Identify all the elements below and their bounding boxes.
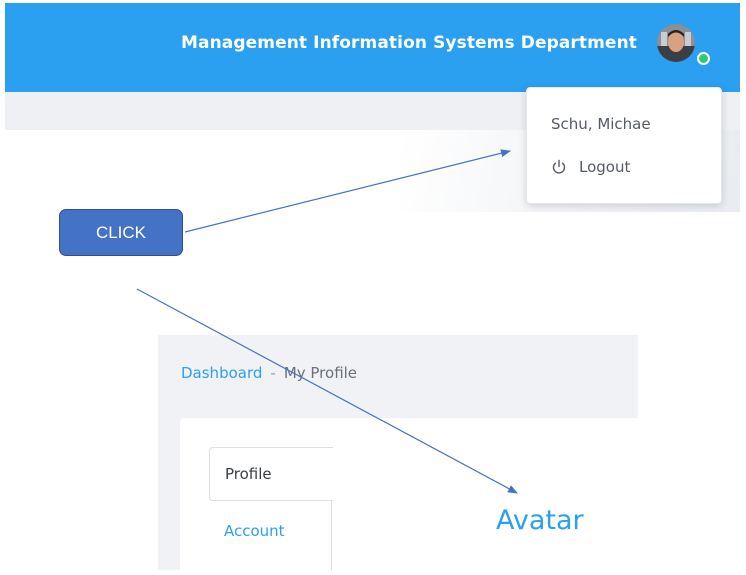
user-avatar[interactable] — [657, 24, 695, 62]
tab-profile[interactable]: Profile — [209, 447, 333, 501]
online-status-dot — [697, 52, 710, 65]
avatar-photo-icon — [657, 24, 695, 62]
click-annotation-label: CLICK — [95, 222, 147, 242]
top-header: Management Information Systems Departmen… — [5, 3, 740, 92]
dropdown-user-name: Schu, Michae — [551, 115, 651, 133]
tab-profile-label: Profile — [225, 465, 272, 483]
tab-divider — [331, 501, 332, 570]
avatar-section-heading: Avatar — [496, 505, 584, 536]
logout-menu-item[interactable]: Logout — [551, 158, 630, 176]
breadcrumb-dashboard-link[interactable]: Dashboard — [181, 364, 262, 382]
tab-account[interactable]: Account — [224, 522, 285, 540]
breadcrumb-separator: - — [270, 364, 276, 382]
logout-label: Logout — [579, 158, 631, 176]
screenshot-canvas: Management Information Systems Departmen… — [0, 0, 746, 575]
user-dropdown-menu: Schu, Michae Logout — [526, 87, 722, 204]
power-icon — [552, 159, 566, 174]
click-annotation-callout: CLICK — [59, 209, 183, 256]
breadcrumb-current-page: My Profile — [283, 364, 358, 382]
breadcrumb: Dashboard - My Profile — [181, 364, 357, 382]
department-title: Management Information Systems Departmen… — [181, 33, 637, 53]
